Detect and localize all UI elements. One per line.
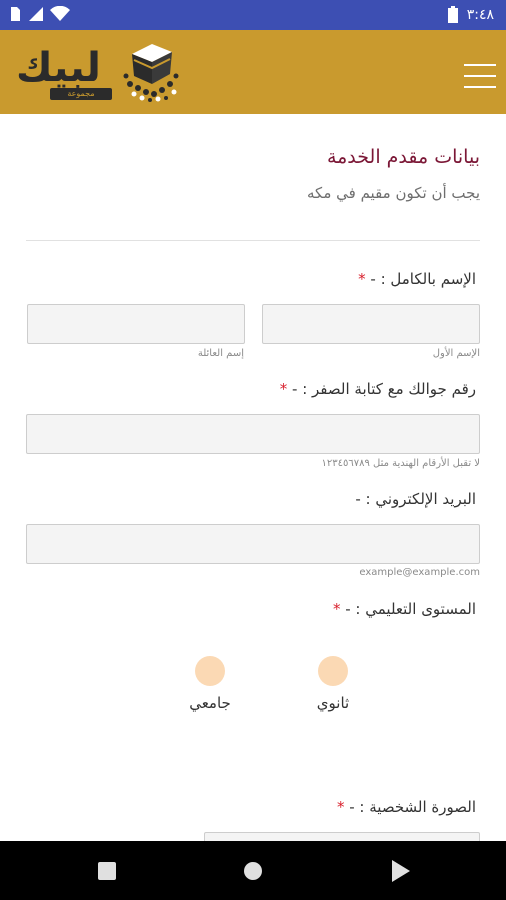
- last-name-input[interactable]: [27, 304, 245, 344]
- hamburger-menu-icon[interactable]: [464, 64, 496, 90]
- sim-icon: [11, 7, 20, 21]
- kaaba-icon: [123, 44, 179, 102]
- last-name-hint: إسم العائلة: [197, 348, 244, 359]
- signal-icon: [29, 7, 43, 21]
- home-icon[interactable]: [243, 861, 263, 881]
- status-time: ٣:٤٨: [466, 7, 494, 23]
- photo-upload-input[interactable]: [204, 832, 480, 841]
- radio-button[interactable]: [195, 656, 225, 686]
- photo-label: الصورة الشخصية : - *: [336, 798, 476, 816]
- divider: [26, 240, 480, 241]
- radio-button[interactable]: [318, 656, 348, 686]
- page-title: بيانات مقدم الخدمة: [326, 146, 480, 168]
- system-nav-bar: [0, 841, 506, 900]
- radio-label: جامعي: [189, 694, 231, 712]
- required-mark: *: [332, 600, 341, 618]
- required-mark: *: [336, 798, 345, 816]
- wifi-icon: [50, 6, 70, 21]
- email-hint: example@example.com: [359, 567, 480, 578]
- email-label: البريد الإلكتروني : -: [355, 490, 476, 508]
- status-bar: ٣:٤٨: [0, 0, 506, 30]
- mobile-input[interactable]: [26, 414, 480, 454]
- first-name-hint: الإسم الأول: [432, 348, 480, 359]
- radio-label: ثانوي: [316, 694, 350, 712]
- battery-icon: [447, 6, 458, 23]
- app-header: لبيك مجموعة: [0, 30, 506, 114]
- form-content: بيانات مقدم الخدمة يجب أن تكون مقيم في م…: [0, 114, 506, 841]
- recent-apps-icon[interactable]: [98, 862, 116, 880]
- logo-subtext: مجموعة: [50, 88, 112, 100]
- mobile-hint: لا تقبل الأرقام الهندية مثل ١٢٣٤٥٦٧٨٩: [321, 458, 481, 469]
- mobile-label: رقم جوالك مع كتابة الصفر : - *: [279, 380, 476, 398]
- required-mark: *: [279, 380, 288, 398]
- logo-text: لبيك: [16, 45, 101, 91]
- required-mark: *: [358, 270, 366, 288]
- full-name-label: الإسم بالكامل : - *: [358, 270, 476, 288]
- education-label: المستوى التعليمي : - *: [332, 600, 476, 618]
- page-subtitle: يجب أن تكون مقيم في مكه: [307, 184, 480, 202]
- back-icon[interactable]: [392, 860, 410, 882]
- app-logo[interactable]: لبيك مجموعة: [14, 40, 179, 106]
- email-input[interactable]: [26, 524, 480, 564]
- first-name-input[interactable]: [262, 304, 480, 344]
- education-option-secondary[interactable]: ثانوي: [293, 656, 373, 716]
- education-option-university[interactable]: جامعي: [170, 656, 250, 716]
